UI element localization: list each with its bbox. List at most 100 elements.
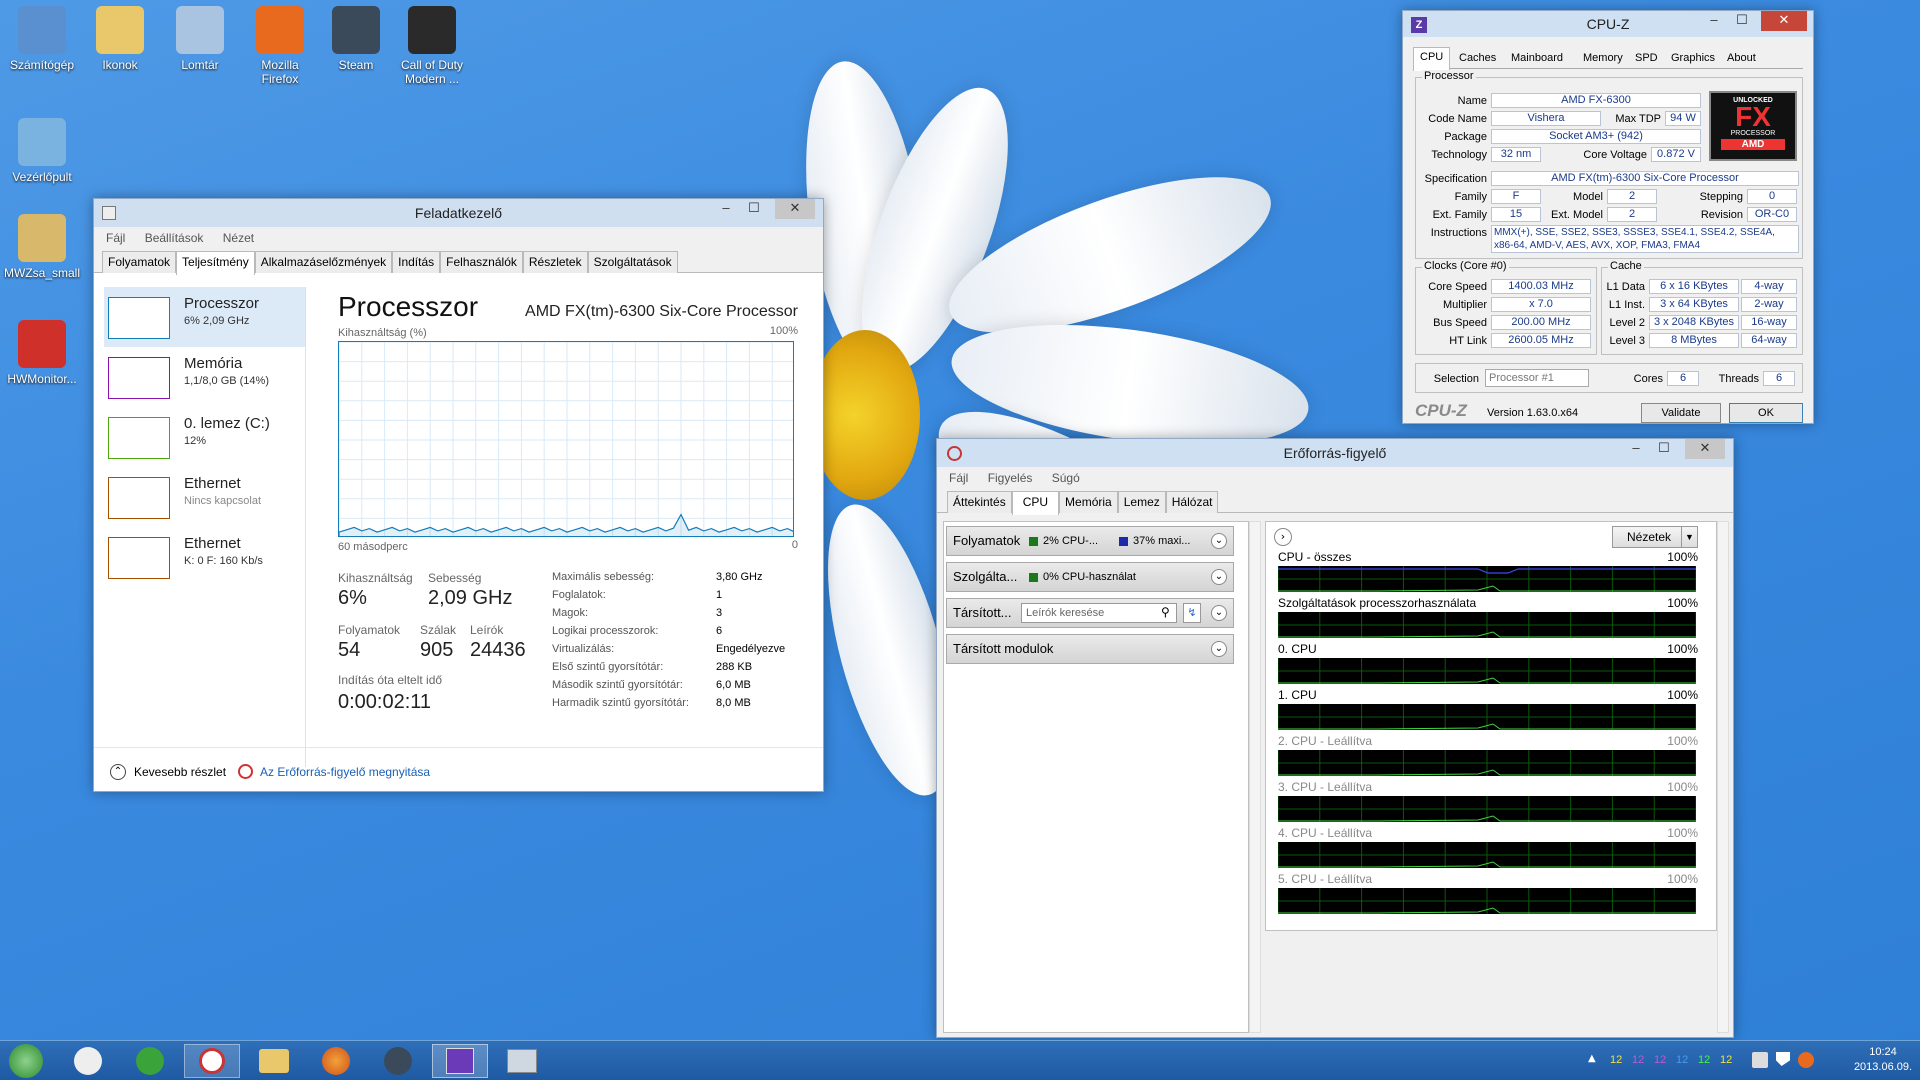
tray-temp-value[interactable]: 12 [1610,1054,1632,1066]
menu-help[interactable]: Súgó [1052,471,1080,485]
desktop-icon[interactable]: Vezérlőpult [4,118,80,184]
views-button[interactable]: Nézetek ▼ [1612,526,1698,548]
desktop-icon[interactable]: HWMonitor... [4,320,80,386]
tab-app-history[interactable]: Alkalmazáselőzmények [254,251,393,273]
tab-network[interactable]: Hálózat [1165,491,1219,513]
close-button[interactable]: ✕ [1685,439,1725,459]
cpu-graph-max: 100% [1667,872,1698,886]
util-value: 6% [338,587,367,609]
maximize-button[interactable]: ☐ [1649,439,1679,459]
tray-temp-value[interactable]: 12 [1676,1054,1698,1066]
tray-temp-value[interactable]: 12 [1654,1054,1676,1066]
processes-section[interactable]: Folyamatok 2% CPU-... 37% maxi... ⌄ [946,526,1234,556]
tab-processes[interactable]: Folyamatok [102,251,177,273]
desktop-icon[interactable]: Call of Duty Modern ... [394,6,470,86]
start-button[interactable] [2,1044,50,1078]
menu-view[interactable]: Nézet [223,231,254,245]
cpuz-tab-caches[interactable]: Caches [1459,52,1496,64]
tab-overview[interactable]: Áttekintés [947,491,1012,513]
desktop-icon-label: Ikonok [102,58,138,72]
fewer-details-link[interactable]: Kevesebb részlet [134,765,226,779]
cpuz-tab-about[interactable]: About [1727,52,1756,64]
taskbar-app-cpuz[interactable] [432,1044,488,1078]
tab-startup[interactable]: Indítás [392,251,441,273]
family-label: Family [1454,191,1487,203]
services-cpu-usage: 0% CPU-használat [1043,571,1136,583]
tab-services[interactable]: Szolgáltatások [587,251,678,273]
desktop-icon[interactable]: Steam [318,6,394,72]
menu-file[interactable]: Fájl [106,231,125,245]
services-section[interactable]: Szolgálta... 0% CPU-használat ⌄ [946,562,1234,592]
tab-performance[interactable]: Teljesítmény [176,251,255,275]
taskbar-app-alien[interactable] [60,1044,116,1078]
open-resource-monitor-link[interactable]: Az Erőforrás-figyelő megnyitása [260,765,430,779]
taskbar-app-firefox[interactable] [308,1044,364,1078]
ht-link-value: 2600.05 MHz [1491,333,1591,348]
clock[interactable]: 10:24 2013.06.09. [1848,1045,1918,1075]
menu-monitor[interactable]: Figyelés [988,471,1033,485]
cpu-usage-graph [1277,658,1697,684]
pane-scrollbar[interactable] [1249,521,1261,1033]
taskbar-app-task-manager[interactable] [494,1044,550,1078]
volume-icon[interactable] [1798,1052,1814,1068]
associated-modules-section[interactable]: Társított modulok ⌄ [946,634,1234,664]
taskbar-app-resource-monitor[interactable] [184,1044,240,1078]
cpu-graph-title: CPU - összes [1278,550,1352,564]
maximize-button[interactable]: ☐ [739,199,769,219]
cpuz-tab-graphics[interactable]: Graphics [1671,52,1715,64]
task-manager-window[interactable]: Feladatkezelő – ☐ ✕ Fájl Beállítások Néz… [93,198,824,792]
perf-sidebar-item[interactable]: Memória 1,1/8,0 GB (14%) [104,347,305,407]
ok-button[interactable]: OK [1729,403,1803,423]
desktop-icon[interactable]: Ikonok [82,6,158,72]
tab-cpu[interactable]: CPU [1011,491,1060,515]
graph-scrollbar[interactable] [1717,521,1729,1033]
refresh-icon[interactable]: ↯ [1183,603,1201,623]
taskbar-app-utorrent[interactable] [122,1044,178,1078]
cpuz-tab-mainboard[interactable]: Mainboard [1511,52,1563,64]
taskbar-app-explorer[interactable] [246,1044,302,1078]
validate-button[interactable]: Validate [1641,403,1721,423]
search-icon[interactable]: ⚲ [1161,604,1170,620]
resource-monitor-window[interactable]: Erőforrás-figyelő – ☐ ✕ Fájl Figyelés Sú… [936,438,1734,1038]
cpuz-window[interactable]: Z CPU-Z – ☐ ✕ CPU Caches Mainboard Memor… [1402,10,1814,424]
maximize-button[interactable]: ☐ [1727,11,1757,31]
associated-handles-section[interactable]: Társított... Leírók keresése ⚲ ↯ ⌄ [946,598,1234,628]
desktop-icon[interactable]: Mozilla Firefox [242,6,318,86]
desktop-icon[interactable]: Számítógép [4,6,80,72]
action-center-icon[interactable] [1776,1052,1790,1066]
detail-label: Maximális sebesség: [552,571,655,583]
perf-sidebar-item[interactable]: Ethernet K: 0 F: 160 Kb/s [104,527,305,587]
tab-users[interactable]: Felhasználók [440,251,523,273]
perf-sidebar-item[interactable]: Ethernet Nincs kapcsolat [104,467,305,527]
perf-sidebar-item[interactable]: Processzor 6% 2,09 GHz [104,287,305,347]
minimize-button[interactable]: – [1621,439,1651,459]
tab-disk[interactable]: Lemez [1117,491,1166,513]
tray-temp-value[interactable]: 12 [1720,1054,1742,1066]
processor-select[interactable]: Processor #1 [1485,369,1589,387]
show-hidden-icons[interactable]: ▲ [1588,1053,1596,1064]
tray-temp-value[interactable]: 12 [1632,1054,1654,1066]
tab-details[interactable]: Részletek [522,251,588,273]
perf-item-name: Memória [184,355,243,372]
network-icon[interactable] [1752,1052,1768,1068]
menu-settings[interactable]: Beállítások [145,231,204,245]
minimize-button[interactable]: – [1699,11,1729,31]
chevron-up-icon[interactable]: ⌃ [110,764,126,780]
close-button[interactable]: ✕ [775,199,815,219]
collapse-arrow-icon[interactable]: › [1274,528,1292,546]
name-value: AMD FX-6300 [1491,93,1701,108]
cpuz-tab-memory[interactable]: Memory [1583,52,1623,64]
tab-memory[interactable]: Memória [1059,491,1118,513]
cpuz-tab-spd[interactable]: SPD [1635,52,1658,64]
minimize-button[interactable]: – [711,199,741,219]
handle-search-input[interactable]: Leírók keresése [1021,603,1177,623]
tray-temp-value[interactable]: 12 [1698,1054,1720,1066]
taskbar-app-steam[interactable] [370,1044,426,1078]
close-button[interactable]: ✕ [1761,11,1807,31]
desktop-icon[interactable]: Lomtár [162,6,238,72]
desktop-icon-image [408,6,456,54]
desktop-icon[interactable]: MWZsa_small [4,214,80,280]
perf-sidebar-item[interactable]: 0. lemez (C:) 12% [104,407,305,467]
cpuz-tab-cpu[interactable]: CPU [1413,47,1451,71]
menu-file[interactable]: Fájl [949,471,968,485]
